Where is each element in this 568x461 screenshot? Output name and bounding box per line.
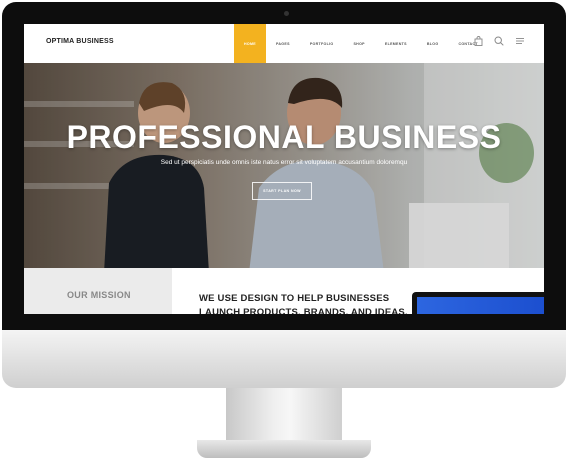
mission-panel: OUR MISSION [24, 268, 172, 314]
monitor-stand-neck [226, 388, 342, 444]
search-icon[interactable] [494, 36, 504, 46]
mission-label: OUR MISSION [67, 290, 131, 300]
monitor-chin [2, 330, 566, 388]
nav-item-pages[interactable]: PAGES [266, 24, 300, 63]
camera-dot [284, 11, 289, 16]
device-preview-screen [417, 297, 544, 314]
website-screen: OPTIMA BUSINESS HOME PAGES PORTFOLIO SHO… [24, 24, 544, 314]
nav-item-elements[interactable]: ELEMENTS [375, 24, 417, 63]
nav-item-shop[interactable]: SHOP [343, 24, 374, 63]
nav-item-home[interactable]: HOME [234, 24, 266, 63]
menu-icon[interactable] [515, 36, 525, 46]
main-nav: HOME PAGES PORTFOLIO SHOP ELEMENTS BLOG … [234, 24, 488, 63]
hero-title: PROFESSIONAL BUSINESS [66, 119, 502, 155]
start-plan-button[interactable]: START PLAN NOW [252, 182, 312, 200]
site-logo[interactable]: OPTIMA BUSINESS [46, 38, 114, 45]
site-header: OPTIMA BUSINESS HOME PAGES PORTFOLIO SHO… [24, 24, 544, 64]
hero-subtitle: Sed ut perspiciatis unde omnis iste natu… [160, 159, 408, 166]
hero-banner: PROFESSIONAL BUSINESS Sed ut perspiciati… [24, 63, 544, 268]
content-heading: WE USE DESIGN TO HELP BUSINESSES LAUNCH … [199, 293, 408, 314]
monitor-stand-foot [197, 440, 371, 458]
nav-item-portfolio[interactable]: PORTFOLIO [300, 24, 344, 63]
device-preview-image [412, 292, 544, 314]
header-icons [474, 36, 525, 46]
nav-item-blog[interactable]: BLOG [417, 24, 449, 63]
shopping-bag-icon[interactable] [474, 36, 483, 46]
